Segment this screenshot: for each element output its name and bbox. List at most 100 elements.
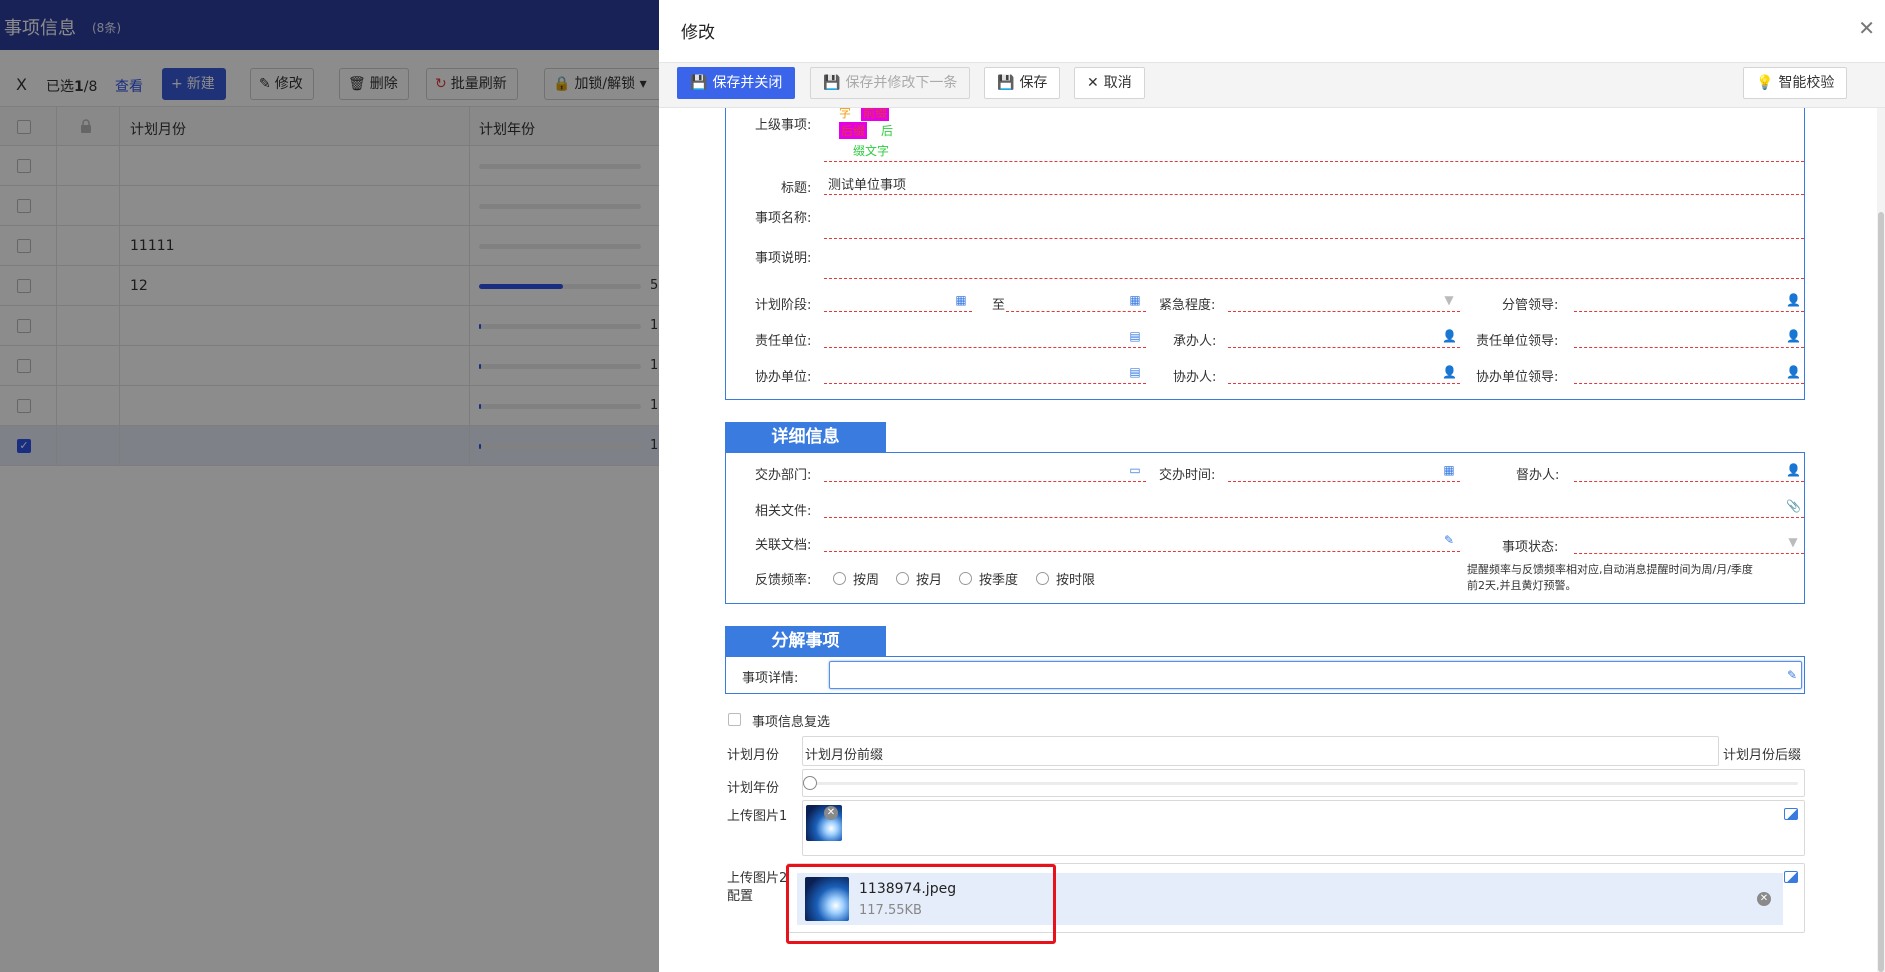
title-label: 标题:: [781, 181, 812, 196]
upload1-label: 上传图片1: [727, 809, 788, 824]
chevron-down-icon[interactable]: ▼: [1786, 535, 1800, 549]
dept-select-icon[interactable]: ▭: [1128, 463, 1142, 477]
decompose-section-tab[interactable]: 分解事项: [725, 626, 886, 656]
user-select-icon[interactable]: 👤: [1786, 365, 1801, 379]
supervisor-field[interactable]: 👤: [1574, 458, 1804, 482]
remove-file-icon[interactable]: ✕: [1757, 892, 1771, 906]
feedback-label: 反馈频率:: [755, 573, 812, 588]
radio-quarterly[interactable]: [959, 572, 972, 585]
item-info-checkbox[interactable]: [728, 713, 741, 726]
assist-leader-label: 协办单位领导:: [1476, 370, 1559, 385]
close-icon[interactable]: ✕: [1858, 16, 1875, 40]
close-icon: ✕: [1087, 75, 1099, 91]
edit-drawer: 修改 ✕ 💾 保存并关闭 💾 保存并修改下一条 💾 保存 ✕ 取消 💡 智能校验 上级事项…: [659, 0, 1885, 972]
plan-month-input[interactable]: 计划月份前缀: [802, 736, 1719, 766]
assist-person-field[interactable]: 👤: [1228, 360, 1460, 384]
resp-unit-label: 责任单位:: [755, 334, 812, 349]
save-button[interactable]: 💾 保存: [984, 67, 1061, 99]
item-detail-field[interactable]: ✎: [829, 661, 1802, 689]
resp-unit-field[interactable]: ▤: [824, 324, 1146, 348]
document-link-icon[interactable]: ✎: [1442, 533, 1456, 547]
item-desc-label: 事项说明:: [755, 251, 812, 266]
drawer-title: 修改: [681, 23, 715, 43]
document-edit-icon[interactable]: ✎: [1787, 668, 1797, 682]
docs-label: 关联文档:: [755, 538, 812, 553]
urgency-label: 紧急程度:: [1159, 298, 1216, 313]
supervisor-label: 督办人:: [1516, 468, 1560, 483]
chevron-down-icon[interactable]: ▼: [1442, 293, 1456, 307]
plan-end-date[interactable]: ▦: [1006, 288, 1146, 312]
org-select-icon[interactable]: ▤: [1128, 329, 1142, 343]
item-name-label: 事项名称:: [755, 211, 812, 226]
save-and-edit-next-button[interactable]: 💾 保存并修改下一条: [810, 67, 971, 99]
radio-deadline-label: 按时限: [1056, 573, 1096, 588]
parent-piece-b: 前缀: [861, 108, 890, 121]
docs-field[interactable]: ✎: [824, 528, 1460, 552]
user-select-icon[interactable]: 👤: [1442, 365, 1457, 379]
smart-check-button[interactable]: 💡 智能校验: [1743, 67, 1848, 99]
parent-piece-c: 后缀: [839, 122, 868, 139]
urgency-select[interactable]: ▼: [1228, 288, 1460, 312]
lightbulb-icon: 💡: [1756, 75, 1774, 91]
item-info-checkbox-label: 事项信息复选: [752, 715, 831, 730]
title-field[interactable]: 测试单位事项: [824, 171, 1804, 195]
upload1-box[interactable]: ✕: [802, 800, 1805, 856]
parent-piece-d: 后: [881, 124, 894, 138]
plan-month-label: 计划月份: [727, 748, 780, 763]
user-select-icon[interactable]: 👤: [1786, 463, 1801, 477]
drawer-toolbar: 💾 保存并关闭 💾 保存并修改下一条 💾 保存 ✕ 取消 💡 智能校验: [659, 62, 1885, 108]
assign-dept-label: 交办部门:: [755, 468, 812, 483]
assist-unit-label: 协办单位:: [755, 370, 812, 385]
slider-handle[interactable]: [803, 776, 817, 790]
remove-image-icon[interactable]: ✕: [824, 806, 838, 820]
parent-item-label: 上级事项:: [755, 118, 812, 133]
resp-leader-field[interactable]: 👤: [1574, 324, 1804, 348]
cancel-button[interactable]: ✕ 取消: [1074, 67, 1145, 99]
calendar-icon[interactable]: ▦: [1442, 463, 1456, 477]
handler-label: 承办人:: [1173, 334, 1217, 349]
save-icon: 💾: [823, 75, 841, 91]
assist-leader-field[interactable]: 👤: [1574, 360, 1804, 384]
status-label: 事项状态:: [1502, 540, 1559, 555]
save-and-close-button[interactable]: 💾 保存并关闭: [677, 67, 796, 99]
radio-weekly[interactable]: [833, 572, 846, 585]
assist-unit-field[interactable]: ▤: [824, 360, 1146, 384]
assist-person-label: 协办人:: [1173, 370, 1217, 385]
feedback-note: 提醒频率与反馈频率相对应,自动消息提醒时间为周/月/季度 前2天,并且黄灯预警。: [1467, 563, 1753, 592]
slider-track[interactable]: [809, 782, 1798, 785]
item-name-field[interactable]: [824, 201, 1804, 239]
parent-piece-a: 字: [839, 108, 852, 120]
radio-monthly-label: 按月: [916, 573, 943, 588]
radio-monthly[interactable]: [896, 572, 909, 585]
upload2-label: 上传图片2配置: [727, 871, 788, 904]
plan-start-date[interactable]: ▦: [824, 288, 972, 312]
scrollbar-thumb[interactable]: [1878, 212, 1884, 972]
leader-label: 分管领导:: [1502, 298, 1559, 313]
status-select[interactable]: ▼: [1574, 530, 1804, 554]
parent-item-field[interactable]: [824, 138, 1804, 162]
plan-month-suffix: 计划月份后缀: [1723, 748, 1802, 763]
item-desc-field[interactable]: [824, 241, 1804, 279]
assign-dept-field[interactable]: ▭: [824, 458, 1146, 482]
files-label: 相关文件:: [755, 504, 812, 519]
calendar-icon[interactable]: ▦: [1128, 293, 1142, 307]
handler-field[interactable]: 👤: [1228, 324, 1460, 348]
org-select-icon[interactable]: ▤: [1128, 365, 1142, 379]
user-select-icon[interactable]: 👤: [1786, 293, 1801, 307]
detail-section-tab[interactable]: 详细信息: [725, 422, 886, 452]
radio-deadline[interactable]: [1036, 572, 1049, 585]
user-select-icon[interactable]: 👤: [1442, 329, 1457, 343]
paperclip-icon[interactable]: 📎: [1786, 499, 1801, 513]
files-field[interactable]: 📎: [824, 494, 1804, 518]
to-label: 至: [992, 298, 1006, 313]
image-upload-icon[interactable]: [1784, 871, 1798, 883]
drawer-scrollbar[interactable]: [1877, 108, 1885, 972]
user-select-icon[interactable]: 👤: [1786, 329, 1801, 343]
leader-field[interactable]: 👤: [1574, 288, 1804, 312]
image-upload-icon[interactable]: [1784, 808, 1798, 820]
item-detail-label: 事项详情:: [742, 671, 799, 686]
assign-time-field[interactable]: ▦: [1228, 458, 1460, 482]
plan-month-prefix: 计划月份前缀: [805, 748, 884, 763]
calendar-icon[interactable]: ▦: [954, 293, 968, 307]
plan-stage-label: 计划阶段:: [755, 298, 812, 313]
